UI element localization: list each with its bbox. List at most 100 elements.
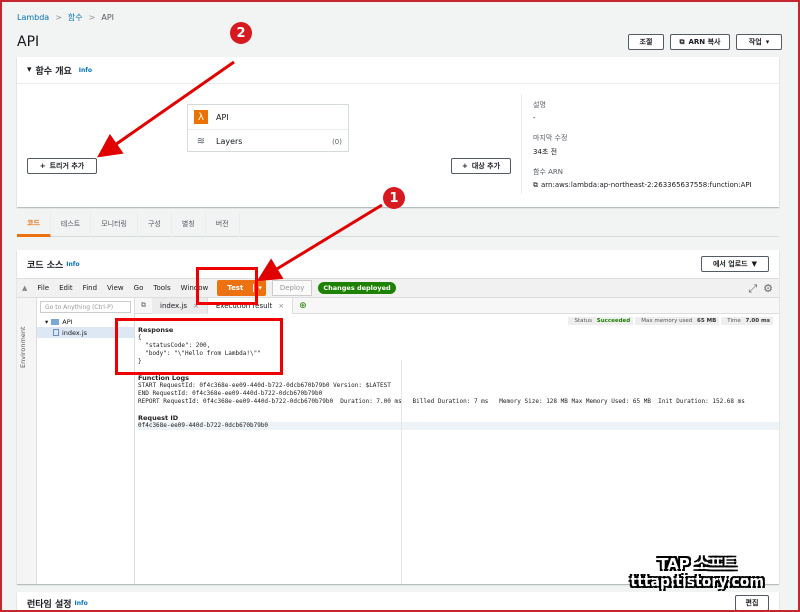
- add-trigger-label: 트리거 추가: [49, 162, 85, 170]
- status-value: Succeeded: [596, 318, 631, 324]
- overview-header[interactable]: ▾ 함수 개요 Info: [17, 57, 779, 84]
- ide-toolbar-right: ⤢ ⚙: [748, 282, 773, 296]
- menu-tools[interactable]: Tools: [148, 284, 175, 292]
- caret-down-icon: ▾: [45, 317, 49, 326]
- annotation-badge-1: 1: [383, 187, 405, 209]
- layers-icon: ≋: [196, 136, 206, 147]
- header-actions: 조절 ⧉ ARN 복사 작업 ▾: [628, 34, 782, 50]
- tab-versions[interactable]: 버전: [206, 211, 240, 237]
- tab-test[interactable]: 테스트: [51, 211, 92, 237]
- divider: [401, 360, 402, 584]
- add-destination-button[interactable]: + 대상 추가: [451, 158, 511, 174]
- test-highlight-box: [196, 267, 258, 305]
- tab-code[interactable]: 코드: [17, 211, 51, 237]
- info-link[interactable]: Info: [75, 600, 88, 607]
- watermark-line1: TAP 소프트: [658, 555, 737, 573]
- collapse-icon[interactable]: ▲: [17, 284, 32, 292]
- arn-value: arn:aws:lambda:ap-northeast-2:2633656375…: [541, 181, 752, 189]
- watermark-line2: tttap.tistory.com: [630, 574, 764, 590]
- changes-deployed-badge: Changes deployed: [318, 282, 396, 294]
- runtime-settings-panel: 런타임 설정 Info 편집: [17, 592, 779, 612]
- layers-row[interactable]: ≋ Layers (0): [188, 129, 348, 153]
- add-destination-label: 대상 추가: [471, 162, 501, 170]
- fullscreen-icon[interactable]: ⤢: [748, 282, 757, 296]
- goto-anything-input[interactable]: Go to Anything (Ctrl-P): [40, 301, 131, 313]
- last-modified-value: 34초 전: [533, 148, 558, 156]
- arn-block: 함수 ARN ⧉ arn:aws:lambda:ap-northeast-2:2…: [533, 167, 752, 190]
- status-label: Status: [571, 317, 595, 325]
- deploy-button[interactable]: Deploy: [271, 280, 313, 296]
- tab-aliases[interactable]: 별칭: [172, 211, 206, 237]
- last-modified-block: 마지막 수정 34초 전: [533, 133, 567, 157]
- environment-strip: Environment: [17, 298, 37, 584]
- copy-icon: ⧉: [679, 37, 685, 46]
- function-overview-panel: ▾ 함수 개요 Info λ API ≋ Layers (0) + 트리거 추가 …: [17, 57, 779, 207]
- page-title: API: [17, 34, 40, 50]
- response-highlight-box: [115, 318, 283, 375]
- menu-view[interactable]: View: [102, 284, 129, 292]
- runtime-title: 런타임 설정: [27, 599, 72, 610]
- status-bar: Status Succeeded Max memory used 65 MB T…: [568, 317, 773, 325]
- function-row[interactable]: λ API: [188, 105, 348, 129]
- log-line: START RequestId: 0f4c368e-ee09-440d-b722…: [138, 382, 391, 389]
- request-id-heading: Request ID: [138, 414, 179, 422]
- caret-down-icon: ▼: [751, 260, 758, 268]
- arn-label: 함수 ARN: [533, 168, 563, 176]
- environment-tab[interactable]: Environment: [19, 326, 27, 368]
- info-link[interactable]: Info: [66, 261, 79, 268]
- layers-label: Layers: [216, 137, 243, 146]
- tab-configuration[interactable]: 구성: [138, 211, 172, 237]
- menu-file[interactable]: File: [32, 284, 54, 292]
- ide-menubar: ▲ File Edit Find View Go Tools Window Te…: [17, 278, 779, 298]
- code-source-title: 코드 소스: [27, 260, 64, 271]
- file-name: index.js: [62, 328, 88, 337]
- log-line: END RequestId: 0f4c368e-ee09-440d-b722-0…: [138, 390, 323, 397]
- memory-value: 65 MB: [697, 318, 717, 324]
- breadcrumb-functions[interactable]: 함수: [68, 12, 83, 23]
- file-icon: [53, 329, 59, 336]
- function-name: API: [216, 112, 229, 122]
- plus-icon[interactable]: ⊕: [299, 301, 307, 311]
- menu-find[interactable]: Find: [78, 284, 102, 292]
- divider: [521, 94, 522, 194]
- plus-icon: +: [461, 162, 468, 170]
- time-item: Time 7.00 ms: [721, 317, 773, 325]
- time-value: 7.00 ms: [745, 318, 771, 324]
- overview-title: 함수 개요: [35, 66, 72, 77]
- edit-button[interactable]: 편집: [735, 595, 769, 611]
- caret-down-icon: ▾: [27, 65, 32, 75]
- actions-dropdown[interactable]: 작업 ▾: [736, 34, 782, 50]
- time-label: Time: [724, 317, 744, 325]
- info-link[interactable]: Info: [79, 67, 92, 74]
- breadcrumb-lambda[interactable]: Lambda: [17, 13, 49, 22]
- function-card: λ API ≋ Layers (0): [187, 104, 349, 152]
- annotation-badge-2: 2: [230, 22, 252, 44]
- lambda-icon: λ: [194, 110, 208, 124]
- menu-go[interactable]: Go: [129, 284, 149, 292]
- caret-down-icon: ▾: [765, 38, 770, 46]
- function-logs-heading: Function Logs: [138, 374, 190, 382]
- close-icon[interactable]: ×: [278, 302, 284, 310]
- folder-name: API: [62, 317, 73, 326]
- gear-icon[interactable]: ⚙: [763, 282, 773, 296]
- watermark: TAP 소프트 tttap.tistory.com: [630, 553, 764, 590]
- menu-edit[interactable]: Edit: [54, 284, 78, 292]
- tab-monitoring[interactable]: 모니터링: [91, 211, 138, 237]
- runtime-header: 런타임 설정 Info: [17, 592, 779, 612]
- add-trigger-button[interactable]: + 트리거 추가: [27, 158, 97, 174]
- chevron-right-icon: >: [88, 13, 96, 22]
- copy-icon[interactable]: ⧉: [533, 181, 538, 190]
- description-block: 설명 -: [533, 100, 546, 122]
- upload-label: 에서 업로드: [712, 260, 748, 268]
- throttle-button[interactable]: 조절: [628, 34, 664, 50]
- breadcrumb-current: API: [101, 13, 115, 22]
- copy-arn-button[interactable]: ⧉ ARN 복사: [670, 34, 730, 50]
- description-label: 설명: [533, 101, 546, 109]
- upload-from-dropdown[interactable]: 에서 업로드 ▼: [701, 256, 769, 272]
- code-source-header: 코드 소스 Info: [17, 250, 779, 278]
- actions-label: 작업: [748, 38, 762, 46]
- tab-menu-icon[interactable]: ⧉: [135, 301, 152, 310]
- status-item: Status Succeeded: [568, 317, 634, 325]
- memory-label: Max memory used: [638, 317, 696, 325]
- last-modified-label: 마지막 수정: [533, 134, 568, 142]
